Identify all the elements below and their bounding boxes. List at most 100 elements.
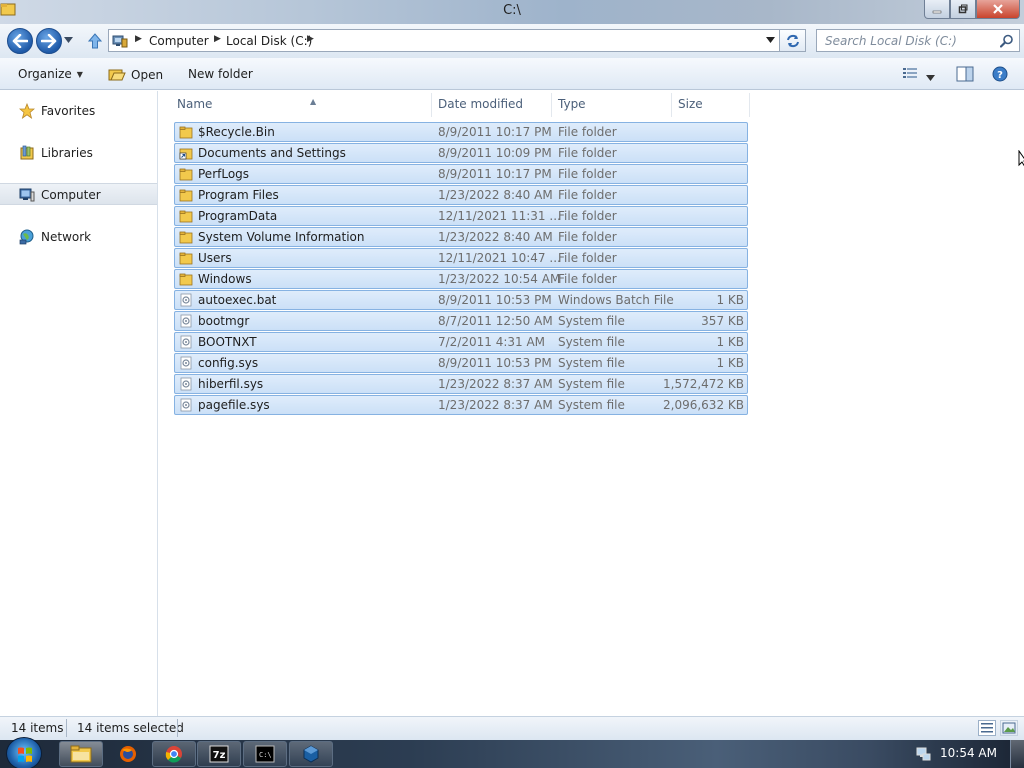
file-type: System file [558, 377, 625, 391]
show-desktop-button[interactable] [1010, 740, 1024, 768]
batch-file-icon [179, 293, 193, 307]
search-placeholder[interactable]: Search Local Disk (C:) [825, 34, 957, 48]
file-name: System Volume Information [198, 230, 365, 244]
column-header-size[interactable]: Size [672, 91, 750, 116]
column-divider[interactable] [749, 93, 750, 117]
nav-item-network[interactable]: Network [0, 226, 157, 248]
file-size: 357 KB [701, 314, 744, 328]
table-row[interactable]: Users 12/11/2021 10:47 ... File folder [174, 248, 748, 268]
file-name: autoexec.bat [198, 293, 277, 307]
address-bar[interactable]: ▶ Computer ▶ Local Disk (C:) ▶ [108, 29, 780, 52]
column-header-label: Type [558, 97, 586, 111]
preview-pane-button[interactable] [956, 66, 974, 85]
recent-pages-dropdown-icon[interactable] [64, 37, 73, 43]
taskbar-explorer-button[interactable] [59, 741, 103, 767]
nav-item-label: Favorites [41, 104, 96, 118]
open-button[interactable]: Open [108, 67, 163, 82]
back-button[interactable] [7, 28, 33, 54]
system-file-icon [179, 314, 193, 328]
selected-count: 14 items selected [77, 721, 184, 735]
nav-item-favorites[interactable]: Favorites [0, 100, 157, 122]
title-bar: C:\ [0, 0, 1024, 24]
folder-icon [179, 188, 193, 202]
file-size: 1 KB [716, 356, 744, 370]
column-header-name[interactable]: Name ▲ [171, 91, 431, 116]
search-icon[interactable] [1000, 34, 1014, 48]
file-date-modified: 1/23/2022 10:54 AM [438, 272, 561, 286]
new-folder-button[interactable]: New folder [188, 67, 253, 81]
file-date-modified: 8/9/2011 10:17 PM [438, 125, 552, 139]
nav-item-label: Network [41, 230, 92, 244]
table-row[interactable]: pagefile.sys 1/23/2022 8:37 AM System file… [174, 395, 748, 415]
change-view-button[interactable] [902, 66, 918, 83]
table-row[interactable]: System Volume Information 1/23/2022 8:40 … [174, 227, 748, 247]
nav-item-computer[interactable]: Computer [0, 183, 157, 205]
file-type: Windows Batch File [558, 293, 674, 307]
minimize-button[interactable] [924, 0, 950, 19]
file-name: Windows [198, 272, 252, 286]
system-file-icon [179, 335, 193, 349]
file-name: pagefile.sys [198, 398, 270, 412]
breadcrumb-computer[interactable]: Computer [149, 34, 209, 48]
taskbar-cmd-button[interactable]: C:\ [243, 741, 287, 767]
close-button[interactable] [976, 0, 1020, 19]
view-options-dropdown[interactable] [926, 70, 935, 84]
column-header-label: Size [678, 97, 703, 111]
file-size: 1 KB [716, 335, 744, 349]
search-box[interactable]: Search Local Disk (C:) [816, 29, 1020, 52]
file-name: bootmgr [198, 314, 250, 328]
taskbar-clock[interactable]: 10:54 AM [940, 746, 997, 760]
table-row[interactable]: autoexec.bat 8/9/2011 10:53 PM Windows Bat… [174, 290, 748, 310]
folder-icon [179, 209, 193, 223]
column-header-type[interactable]: Type [552, 91, 672, 116]
large-icons-view-toggle[interactable] [1000, 720, 1018, 736]
file-list: Name ▲ Date modified Type Size $Recycle.… [159, 91, 1024, 716]
address-history-dropdown-icon[interactable] [766, 37, 775, 43]
taskbar-virtualbox-button[interactable] [289, 741, 333, 767]
breadcrumb-arrow-icon[interactable]: ▶ [214, 34, 221, 44]
table-row[interactable]: Program Files 1/23/2022 8:40 AM File folde… [174, 185, 748, 205]
table-row[interactable]: hiberfil.sys 1/23/2022 8:37 AM System file… [174, 374, 748, 394]
table-row[interactable]: Windows 1/23/2022 10:54 AM File folder [174, 269, 748, 289]
table-row[interactable]: bootmgr 8/7/2011 12:50 AM System file 357 K… [174, 311, 748, 331]
network-icon [19, 229, 34, 245]
system-file-icon [179, 356, 193, 370]
file-name: BOOTNXT [198, 335, 257, 349]
system-file-icon [179, 398, 193, 412]
file-name: $Recycle.Bin [198, 125, 275, 139]
maximize-button[interactable] [950, 0, 976, 19]
refresh-icon [786, 34, 799, 47]
computer-location-icon [112, 35, 128, 48]
nav-item-libraries[interactable]: Libraries [0, 142, 157, 164]
status-divider [66, 719, 67, 737]
column-header-date[interactable]: Date modified [432, 91, 552, 116]
file-type: File folder [558, 209, 617, 223]
organize-label: Organize [18, 67, 72, 81]
refresh-button[interactable] [780, 29, 806, 52]
sort-ascending-icon: ▲ [310, 97, 317, 106]
help-button[interactable]: ? [992, 66, 1008, 85]
start-button[interactable] [6, 737, 42, 768]
table-row[interactable]: Documents and Settings 8/9/2011 10:09 PM F… [174, 143, 748, 163]
forward-button[interactable] [36, 28, 62, 54]
breadcrumb-arrow-icon[interactable]: ▶ [135, 34, 142, 44]
details-view-toggle[interactable] [978, 720, 996, 736]
taskbar-chrome-button[interactable] [152, 741, 196, 767]
up-arrow-icon[interactable] [88, 33, 102, 49]
breadcrumb-arrow-icon[interactable]: ▶ [307, 34, 314, 44]
table-row[interactable]: BOOTNXT 7/2/2011 4:31 AM System file 1 KB [174, 332, 748, 352]
breadcrumb-local-disk[interactable]: Local Disk (C:) [226, 34, 312, 48]
table-row[interactable]: config.sys 8/9/2011 10:53 PM System file 1 … [174, 353, 748, 373]
window-title: C:\ [503, 3, 521, 18]
taskbar-firefox-button[interactable] [106, 741, 150, 767]
file-type: System file [558, 335, 625, 349]
network-tray-icon[interactable] [915, 746, 931, 762]
table-row[interactable]: ProgramData 12/11/2021 11:31 ... File fold… [174, 206, 748, 226]
table-row[interactable]: $Recycle.Bin 8/9/2011 10:17 PM File folder [174, 122, 748, 142]
nav-item-label: Libraries [41, 146, 93, 160]
command-bar: Organize ▼ Open New folder ? [0, 58, 1024, 90]
organize-button[interactable]: Organize ▼ [18, 67, 83, 81]
taskbar-7zip-button[interactable]: 7z [197, 741, 241, 767]
file-date-modified: 1/23/2022 8:40 AM [438, 188, 553, 202]
table-row[interactable]: PerfLogs 8/9/2011 10:17 PM File folder [174, 164, 748, 184]
